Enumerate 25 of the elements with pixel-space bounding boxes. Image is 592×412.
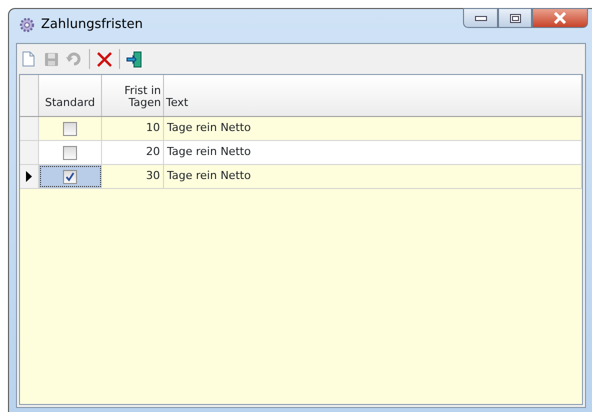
- document-icon[interactable]: [20, 50, 37, 68]
- maximize-icon: [510, 14, 520, 22]
- table-cell-text: 10: [146, 120, 160, 136]
- minimize-icon: [474, 16, 486, 20]
- current-row-icon: [26, 171, 32, 182]
- delete-icon[interactable]: [96, 50, 113, 68]
- column-header[interactable]: Standard: [44, 97, 96, 110]
- table-cell-text: 20: [146, 144, 160, 160]
- window-title: Zahlungsfristen: [41, 16, 143, 34]
- checkbox[interactable]: [63, 170, 77, 184]
- exit-door-icon[interactable]: [126, 50, 143, 68]
- table-cell-text: Tage rein Netto: [167, 168, 251, 184]
- close-icon: [553, 12, 567, 24]
- table-cell-text: Tage rein Netto: [167, 144, 251, 160]
- checkbox[interactable]: [63, 146, 77, 160]
- column-header[interactable]: Text: [166, 97, 188, 110]
- gear-icon: [19, 17, 35, 33]
- column-header[interactable]: Frist in Tagen: [104, 84, 161, 110]
- table-cell-text: 30: [146, 168, 160, 184]
- close-button[interactable]: [532, 8, 588, 28]
- checkbox[interactable]: [63, 122, 77, 136]
- minimize-button[interactable]: [463, 8, 498, 28]
- table-cell-text: Tage rein Netto: [167, 120, 251, 136]
- maximize-button[interactable]: [498, 8, 532, 28]
- row-header[interactable]: [20, 165, 39, 188]
